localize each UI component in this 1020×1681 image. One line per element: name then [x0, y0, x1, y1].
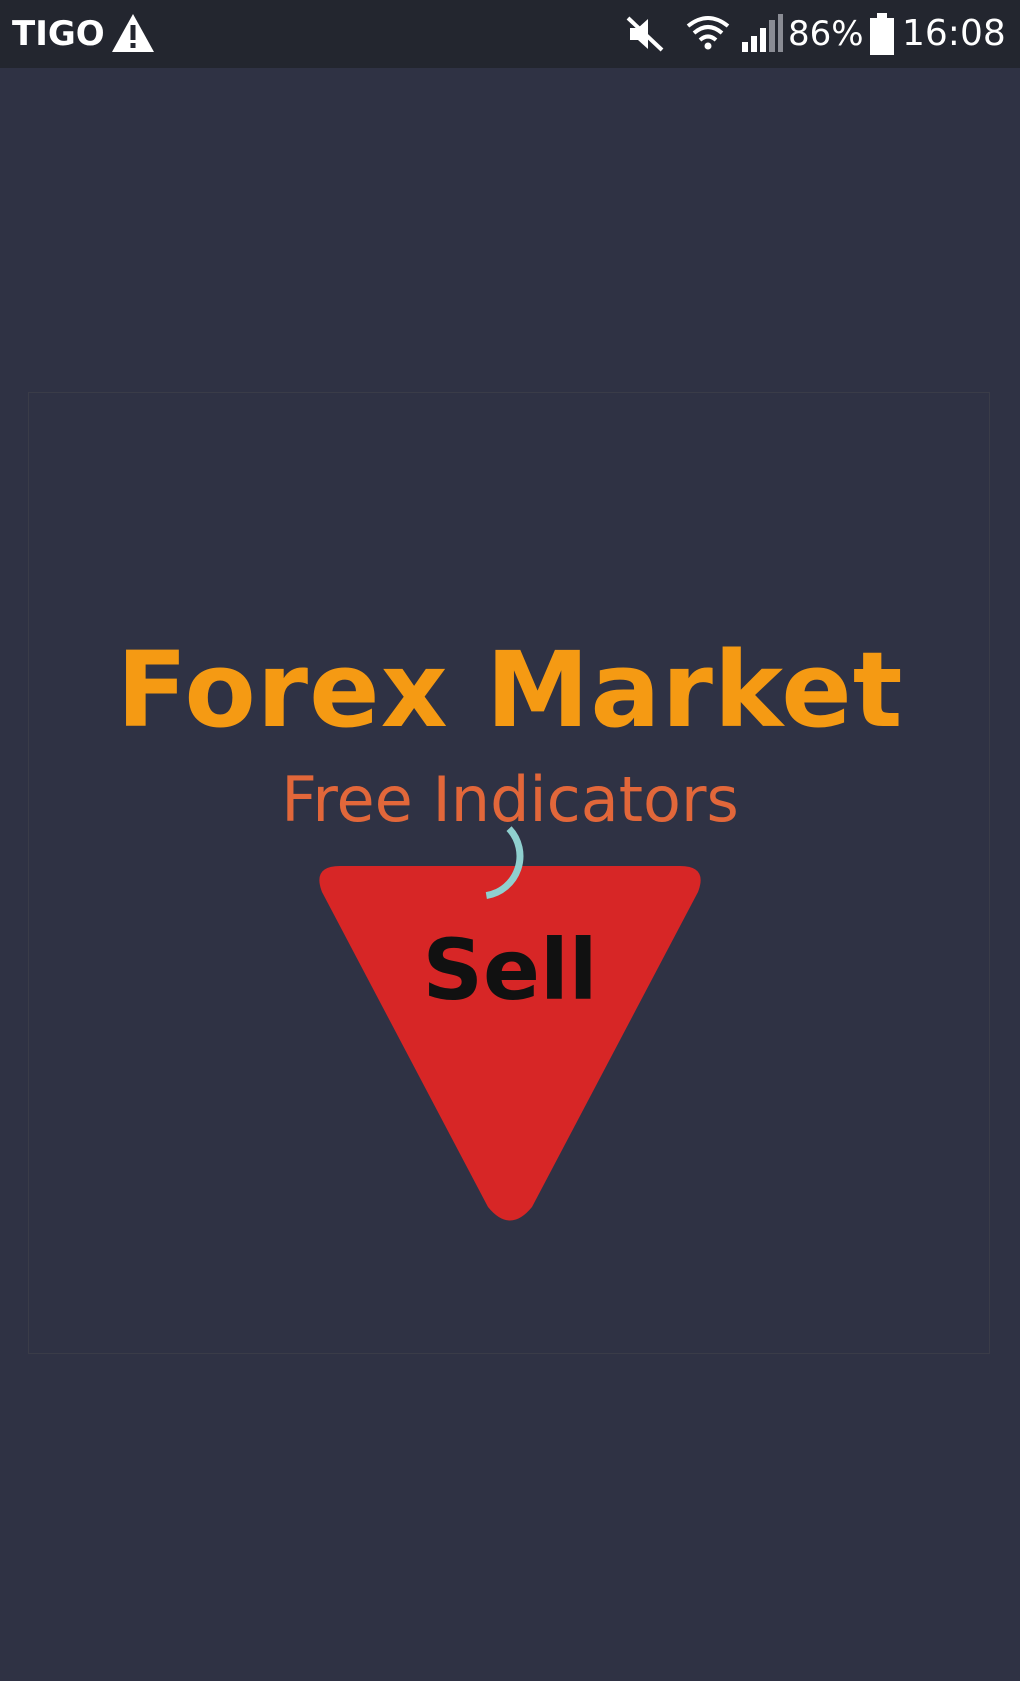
carrier-name: TIGO: [12, 14, 105, 54]
app-title: Forex Market: [116, 629, 904, 751]
battery-icon: [870, 13, 894, 55]
status-bar: TIGO 86% 16:08: [0, 0, 1020, 68]
sell-label: Sell: [422, 921, 598, 1019]
sell-triangle-logo: [319, 866, 701, 1221]
signal-icon: [742, 14, 783, 52]
mute-icon: [626, 16, 664, 52]
wifi-icon: [686, 16, 730, 50]
loading-spinner-icon: [485, 826, 524, 900]
app-screen: TIGO 86% 16:08 Forex Market Free Indicat…: [0, 0, 1020, 1681]
warning-icon: [112, 14, 154, 52]
battery-percent: 86%: [788, 14, 864, 54]
status-clock: 16:08: [902, 13, 1006, 54]
